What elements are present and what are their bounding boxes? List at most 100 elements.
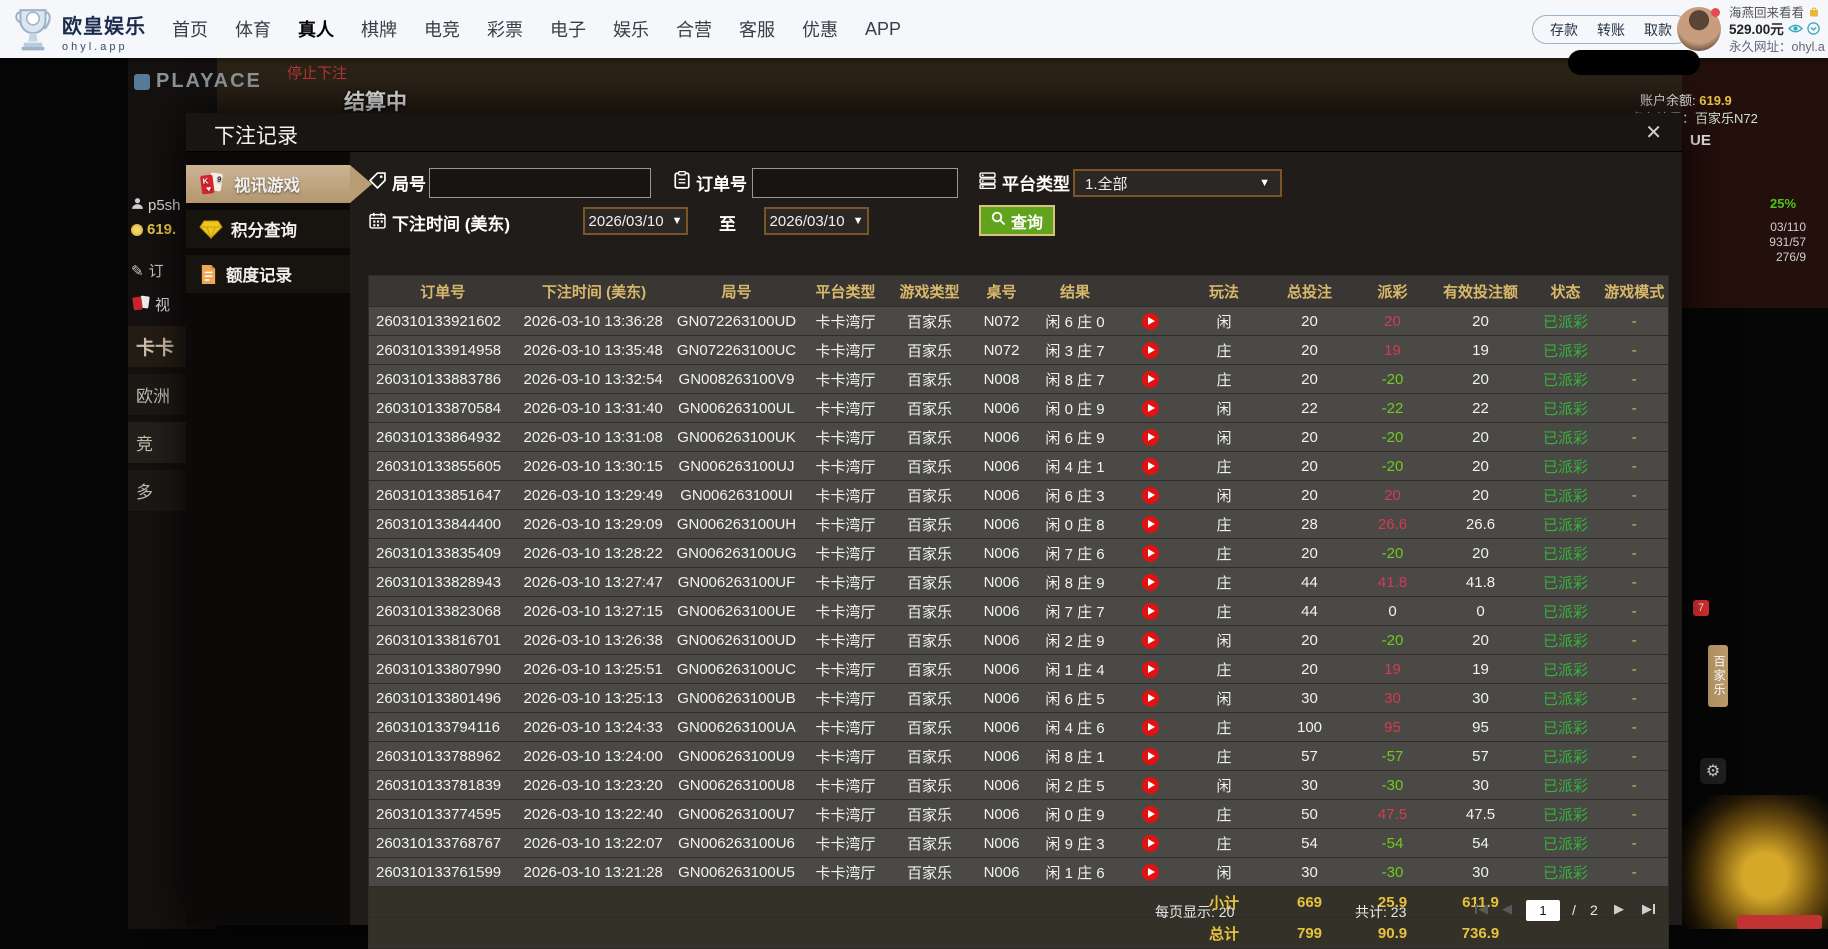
cell-game-mode: - bbox=[1601, 452, 1669, 481]
nav-item[interactable]: 首页 bbox=[172, 16, 208, 42]
site-logo[interactable]: 欧皇娱乐 ohyl.app bbox=[12, 6, 146, 57]
cell-order: 260310133921602 bbox=[369, 307, 517, 336]
cell-table: N006 bbox=[970, 481, 1034, 510]
nav-menu: 首页 体育 真人 棋牌 电竞 彩票 电子 娱乐 合营 客服 优惠 APP bbox=[172, 0, 901, 58]
replay-button[interactable] bbox=[1142, 603, 1159, 620]
cell-valid-bet: 30 bbox=[1431, 858, 1531, 887]
wallet-button[interactable]: 取款 bbox=[1644, 20, 1672, 40]
user-balance: 529.00元 bbox=[1729, 22, 1784, 39]
nav-item[interactable]: 彩票 bbox=[487, 16, 523, 42]
nav-item[interactable]: 客服 bbox=[739, 16, 775, 42]
modal-tab[interactable]: 9K♥视讯游戏 bbox=[186, 165, 350, 203]
replay-button[interactable] bbox=[1142, 574, 1159, 591]
date-to-picker[interactable]: 2026/03/10 ▼ bbox=[764, 207, 869, 235]
cell-time: 2026-03-10 13:26:38 bbox=[517, 626, 672, 655]
replay-button[interactable] bbox=[1142, 342, 1159, 359]
eye-icon[interactable] bbox=[1788, 22, 1803, 39]
modal-tab-label: 视讯游戏 bbox=[234, 172, 300, 196]
nav-item[interactable]: APP bbox=[865, 19, 901, 40]
last-page-button[interactable]: ▶ bbox=[1642, 901, 1656, 917]
cell-play bbox=[1117, 365, 1184, 394]
cell-order: 260310133883786 bbox=[369, 365, 517, 394]
search-button[interactable]: 查询 bbox=[979, 205, 1055, 236]
cell-play-type: 闲 bbox=[1184, 481, 1265, 510]
play-icon bbox=[1148, 317, 1155, 325]
round-input[interactable] bbox=[429, 168, 651, 198]
play-icon bbox=[1148, 433, 1155, 441]
road-stat: 931/57 bbox=[1700, 235, 1806, 250]
cell-table: N006 bbox=[970, 452, 1034, 481]
cell-game-mode: - bbox=[1601, 394, 1669, 423]
replay-button[interactable] bbox=[1142, 516, 1159, 533]
replay-button[interactable] bbox=[1142, 313, 1159, 330]
replay-button[interactable] bbox=[1142, 719, 1159, 736]
cell-payout: 19 bbox=[1355, 336, 1431, 365]
refresh-balance-icon[interactable] bbox=[1807, 22, 1820, 40]
cell-time: 2026-03-10 13:22:07 bbox=[517, 829, 672, 858]
user-avatar[interactable] bbox=[1677, 7, 1721, 51]
prev-page-button[interactable]: ◀ bbox=[1502, 901, 1512, 917]
logo-title: 欧皇娱乐 bbox=[62, 10, 146, 39]
modal-title: 下注记录 bbox=[214, 120, 298, 150]
cell-valid-bet: 57 bbox=[1431, 742, 1531, 771]
cell-table: N006 bbox=[970, 626, 1034, 655]
modal-tab[interactable]: 额度记录 bbox=[186, 255, 350, 293]
nav-item[interactable]: 电竞 bbox=[424, 16, 460, 42]
order-input[interactable] bbox=[752, 168, 958, 198]
nav-item[interactable]: 娱乐 bbox=[613, 16, 649, 42]
cell-platform: 卡卡湾厅 bbox=[802, 423, 890, 452]
cell-time: 2026-03-10 13:35:48 bbox=[517, 336, 672, 365]
cell-play bbox=[1117, 626, 1184, 655]
bet-records-table: 订单号下注时间 (美东)局号平台类型游戏类型桌号结果玩法总投注派彩有效投注额状态… bbox=[368, 275, 1669, 949]
replay-button[interactable] bbox=[1142, 545, 1159, 562]
settings-gear-icon[interactable]: ⚙ bbox=[1700, 758, 1726, 784]
settling-label: 结算中 bbox=[344, 86, 407, 116]
close-icon[interactable]: ✕ bbox=[1645, 120, 1662, 145]
replay-button[interactable] bbox=[1142, 661, 1159, 678]
replay-button[interactable] bbox=[1142, 371, 1159, 388]
replay-button[interactable] bbox=[1142, 777, 1159, 794]
cell-result: 闲 8 庄 7 bbox=[1034, 365, 1117, 394]
pagination-bar: 每页显示: 20 共计: 23 ◀ ◀ 1 / 2 ▶ ▶ bbox=[186, 897, 1682, 923]
chevron-down-icon: ▼ bbox=[853, 215, 864, 227]
nav-item[interactable]: 电子 bbox=[550, 16, 586, 42]
cell-result: 闲 1 庄 4 bbox=[1034, 655, 1117, 684]
cell-platform: 卡卡湾厅 bbox=[802, 742, 890, 771]
wallet-button[interactable]: 存款 bbox=[1550, 20, 1578, 40]
nav-item[interactable]: 优惠 bbox=[802, 16, 838, 42]
replay-button[interactable] bbox=[1142, 864, 1159, 881]
next-page-button[interactable]: ▶ bbox=[1614, 901, 1624, 917]
replay-button[interactable] bbox=[1142, 400, 1159, 417]
cell-play bbox=[1117, 307, 1184, 336]
platform-select[interactable]: 1.全部 ▼ bbox=[1073, 169, 1282, 197]
cell-round: GN006263100UB bbox=[672, 684, 802, 713]
replay-button[interactable] bbox=[1142, 487, 1159, 504]
cell-game-type: 百家乐 bbox=[890, 597, 970, 626]
cell-round: GN006263100UJ bbox=[672, 452, 802, 481]
cell-platform: 卡卡湾厅 bbox=[802, 452, 890, 481]
replay-button[interactable] bbox=[1142, 429, 1159, 446]
replay-button[interactable] bbox=[1142, 632, 1159, 649]
replay-button[interactable] bbox=[1142, 458, 1159, 475]
cell-play-type: 闲 bbox=[1184, 684, 1265, 713]
replay-button[interactable] bbox=[1142, 806, 1159, 823]
date-from-picker[interactable]: 2026/03/10 ▼ bbox=[583, 207, 688, 235]
cell-result: 闲 6 庄 0 bbox=[1034, 307, 1117, 336]
replay-button[interactable] bbox=[1142, 748, 1159, 765]
cell-result: 闲 2 庄 9 bbox=[1034, 626, 1117, 655]
cell-round: GN006263100U7 bbox=[672, 800, 802, 829]
nav-item[interactable]: 棋牌 bbox=[361, 16, 397, 42]
cell-round: GN006263100U8 bbox=[672, 771, 802, 800]
wallet-button[interactable]: 转账 bbox=[1597, 20, 1625, 40]
table-body: 2603101339216022026-03-10 13:36:28GN0722… bbox=[369, 307, 1669, 949]
nav-item[interactable]: 真人 bbox=[298, 16, 334, 42]
nav-item[interactable]: 合营 bbox=[676, 16, 712, 42]
first-page-button[interactable]: ◀ bbox=[1474, 901, 1488, 917]
cell-valid-bet: 20 bbox=[1431, 365, 1531, 394]
replay-button[interactable] bbox=[1142, 690, 1159, 707]
cell-payout: 20 bbox=[1355, 307, 1431, 336]
nav-item[interactable]: 体育 bbox=[235, 16, 271, 42]
modal-tab[interactable]: 积分查询 bbox=[186, 210, 350, 248]
page-number-input[interactable]: 1 bbox=[1526, 900, 1560, 921]
replay-button[interactable] bbox=[1142, 835, 1159, 852]
